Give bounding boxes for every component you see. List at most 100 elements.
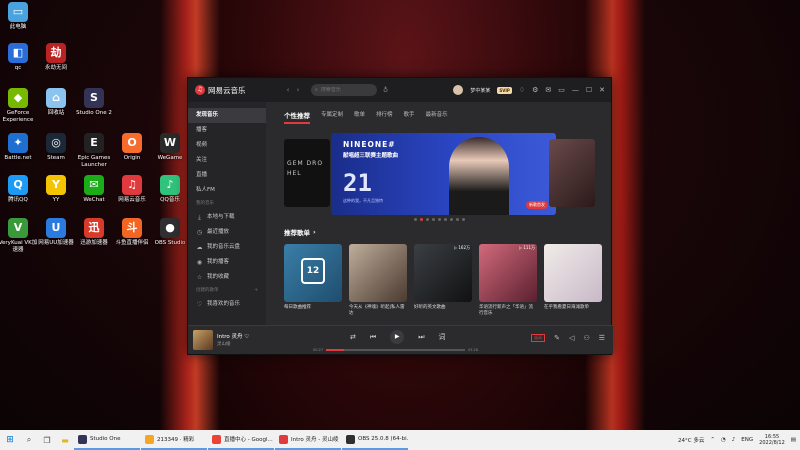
avatar[interactable] bbox=[453, 85, 464, 95]
carousel-dot[interactable] bbox=[444, 218, 447, 221]
playlist-title[interactable]: 在乎我看夏日海滩歌单 bbox=[544, 305, 602, 311]
carousel-dot[interactable] bbox=[414, 218, 417, 221]
desktop-icon[interactable]: ◆ GeForce Experience bbox=[0, 88, 39, 124]
desktop-icon[interactable]: ♫ 网易云音乐 bbox=[111, 175, 153, 204]
weather[interactable]: 24°C 多云 bbox=[678, 436, 704, 444]
notification-icon[interactable]: ▤ bbox=[791, 437, 796, 443]
desktop-icon[interactable]: U 网易UU加速器 bbox=[35, 218, 77, 247]
carousel-dot[interactable] bbox=[450, 218, 453, 221]
search-icon[interactable]: ⌕ bbox=[20, 435, 38, 445]
playlist-cover[interactable] bbox=[544, 244, 602, 302]
carousel-dot[interactable] bbox=[462, 218, 465, 221]
task-view-icon[interactable]: ❐ bbox=[38, 436, 56, 445]
playlist-card[interactable]: ▷ 111万华语流行新声之「华语」流行音乐 bbox=[479, 244, 537, 317]
desktop-icon[interactable]: E Epic Games Launcher bbox=[73, 133, 115, 169]
desktop-icon[interactable]: 劫永劫无间 bbox=[35, 43, 77, 72]
playlist-title[interactable]: 华语流行新声之「华语」流行音乐 bbox=[479, 305, 537, 317]
sidebar-item[interactable]: ◉ 我的播客 bbox=[188, 255, 266, 270]
network-icon[interactable]: ◔ bbox=[721, 437, 726, 443]
banner-carousel[interactable]: GEM DRO HEL NINEONE# 献唱超三联赛主题歌曲 21 这种的我，… bbox=[284, 133, 595, 215]
playlist-cover[interactable] bbox=[349, 244, 407, 302]
sidebar-item[interactable]: 发现音乐 bbox=[188, 108, 266, 123]
search-box[interactable]: ⌕ bbox=[311, 84, 377, 96]
playlist-title[interactable]: 好听的英文歌曲 bbox=[414, 305, 472, 311]
desktop-icon[interactable]: 迅迅游加速器 bbox=[73, 218, 115, 247]
desktop-icon[interactable]: O Origin bbox=[111, 133, 153, 162]
desktop-icon[interactable]: ✉ WeChat bbox=[73, 175, 115, 204]
playlist-cover[interactable]: ▷ 111万 bbox=[479, 244, 537, 302]
playlist-card[interactable]: 在乎我看夏日海滩歌单 bbox=[544, 244, 602, 317]
desktop-icon[interactable]: V VeryKuai VK加速器 bbox=[0, 218, 39, 254]
sidebar-item[interactable]: ☆ 我的收藏 bbox=[188, 270, 266, 285]
volume-icon[interactable]: ◁ bbox=[569, 334, 574, 342]
tab[interactable]: 排行榜 bbox=[376, 110, 393, 124]
taskbar-app[interactable]: 直播中心 - Googl... bbox=[208, 430, 274, 450]
playlist-title[interactable]: 今天从《神魂》听起|私人雷达 bbox=[349, 305, 407, 317]
playlist-cover[interactable]: 12 bbox=[284, 244, 342, 302]
add-playlist-icon[interactable]: + bbox=[254, 285, 258, 297]
lyrics-icon[interactable]: 词 bbox=[439, 332, 446, 342]
desktop-icon[interactable]: 斗斗鱼直播伴侣 bbox=[111, 218, 153, 247]
sidebar-item[interactable]: ☁ 我的音乐云盘 bbox=[188, 240, 266, 255]
playlist-card[interactable]: 12 每日歌曲推荐 bbox=[284, 244, 342, 317]
music-app-window[interactable]: ♫ 网易云音乐 ‹ › ⌕ ♁ 梦中某某 SVIP ♢ ⚙ ✉ ▭ — ☐ ✕ … bbox=[187, 77, 613, 355]
quality-button[interactable]: 极高 bbox=[531, 334, 546, 342]
loop-icon[interactable]: ⇄ bbox=[350, 333, 356, 341]
tray-chevron-icon[interactable]: ⌃ bbox=[710, 437, 715, 443]
playlist-card[interactable]: ▷ 162万好听的英文歌曲 bbox=[414, 244, 472, 317]
tab[interactable]: 个性推荐 bbox=[284, 110, 310, 124]
tab[interactable]: 歌单 bbox=[354, 110, 365, 124]
listen-together-icon[interactable]: ⚇ bbox=[583, 334, 589, 342]
close-button[interactable]: ✕ bbox=[599, 86, 605, 94]
desktop-icon[interactable]: S Studio One 2 bbox=[73, 88, 115, 117]
speaker-icon[interactable]: ♪ bbox=[732, 437, 736, 443]
taskbar-app[interactable]: OBS 25.0.8 (64-bi... bbox=[342, 430, 408, 450]
banner-prev[interactable]: GEM DRO HEL bbox=[284, 139, 330, 207]
now-playing-cover[interactable] bbox=[193, 330, 213, 350]
tab[interactable]: 最新音乐 bbox=[426, 110, 448, 124]
carousel-dot[interactable] bbox=[420, 218, 423, 221]
mic-icon[interactable]: ♁ bbox=[383, 86, 388, 94]
app-logo[interactable]: ♫ 网易云音乐 bbox=[195, 85, 283, 96]
playlist-icon[interactable]: ☰ bbox=[599, 334, 605, 342]
previous-icon[interactable]: ⏮ bbox=[370, 333, 376, 342]
desktop-icon[interactable]: ⌂ 回收站 bbox=[35, 88, 77, 117]
carousel-dot[interactable] bbox=[426, 218, 429, 221]
taskbar-app[interactable]: 213349 · 精彩 bbox=[141, 430, 207, 450]
sidebar-item[interactable]: 视频 bbox=[188, 138, 266, 153]
carousel-dot[interactable] bbox=[438, 218, 441, 221]
progress-track[interactable] bbox=[326, 349, 465, 351]
tab[interactable]: 专属定制 bbox=[321, 110, 343, 124]
banner-main[interactable]: NINEONE# 献唱超三联赛主题歌曲 21 这种的我，不凡且独特 新歌首发 bbox=[331, 133, 556, 215]
clock[interactable]: 16:55 2022/8/12 bbox=[759, 434, 785, 446]
playlist-cover[interactable]: ▷ 162万 bbox=[414, 244, 472, 302]
banner-next[interactable] bbox=[549, 139, 595, 207]
sidebar-item[interactable]: 关注 bbox=[188, 153, 266, 168]
sidebar-item[interactable]: 直播 bbox=[188, 168, 266, 183]
mail-icon[interactable]: ✉ bbox=[545, 86, 551, 94]
recommend-header[interactable]: 推荐歌单 › bbox=[284, 227, 595, 237]
now-playing-title[interactable]: Intro 灵舟 ♡ bbox=[217, 332, 249, 340]
maximize-button[interactable]: ☐ bbox=[586, 86, 592, 94]
title-bar[interactable]: ♫ 网易云音乐 ‹ › ⌕ ♁ 梦中某某 SVIP ♢ ⚙ ✉ ▭ — ☐ ✕ bbox=[188, 78, 611, 102]
desktop-icon[interactable]: ✦ Battle.net bbox=[0, 133, 39, 162]
desktop-icon[interactable]: ▭ 此电脑 bbox=[0, 2, 39, 31]
miniplayer-icon[interactable]: ▭ bbox=[558, 86, 565, 94]
sidebar-item[interactable]: 私人FM bbox=[188, 183, 266, 198]
heart-icon[interactable]: ♡ bbox=[244, 334, 249, 340]
username[interactable]: 梦中某某 bbox=[470, 87, 490, 94]
sidebar-item[interactable]: ♡ 我喜欢的音乐 bbox=[188, 297, 266, 312]
forward-icon[interactable]: › bbox=[293, 85, 303, 95]
desktop-icon[interactable]: Q 腾讯QQ bbox=[0, 175, 39, 204]
carousel-dot[interactable] bbox=[432, 218, 435, 221]
language-indicator[interactable]: ENG bbox=[741, 437, 753, 443]
search-input[interactable] bbox=[320, 87, 367, 93]
gear-icon[interactable]: ⚙ bbox=[532, 86, 538, 94]
playlist-card[interactable]: 今天从《神魂》听起|私人雷达 bbox=[349, 244, 407, 317]
sidebar-item[interactable]: ◷ 最近播放 bbox=[188, 225, 266, 240]
now-playing-artist[interactable]: 灵山绫 bbox=[217, 341, 231, 347]
desktop-icon[interactable]: ◧ qc bbox=[0, 43, 39, 72]
sidebar-item[interactable]: 播客 bbox=[188, 123, 266, 138]
effects-icon[interactable]: ✎ bbox=[554, 334, 560, 342]
vip-badge[interactable]: SVIP bbox=[497, 86, 512, 94]
